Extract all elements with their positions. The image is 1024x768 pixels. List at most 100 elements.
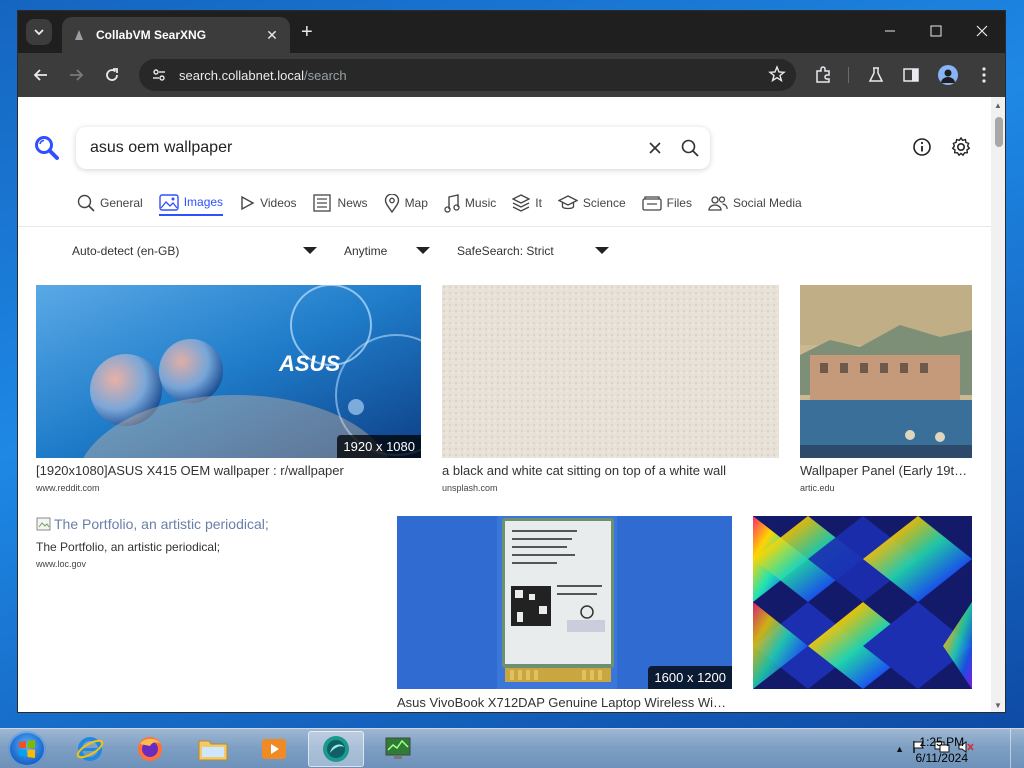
result-title[interactable]: Asus VivoBook X712DAP Genuine Laptop Wir… [397, 695, 732, 710]
result-thumbnail[interactable] [753, 516, 972, 689]
chevron-down-icon[interactable] [416, 247, 430, 254]
result-title[interactable]: Wallpaper Panel (Early 19t… [800, 463, 972, 478]
tab-news[interactable]: News [312, 190, 368, 216]
tab-label: Map [404, 196, 428, 210]
taskbar: ▲ 1:25 PM 6/11/2024 [0, 728, 1024, 768]
file-explorer-taskbar-button[interactable] [185, 731, 241, 767]
time-range-select[interactable]: Anytime [344, 244, 387, 258]
back-button[interactable] [29, 63, 53, 87]
chevron-down-icon[interactable] [595, 247, 609, 254]
result-thumbnail[interactable]: 1600 x 1200 [397, 516, 732, 689]
tab-music[interactable]: Music [444, 190, 496, 216]
labs-button[interactable] [864, 63, 888, 87]
scroll-down-icon[interactable]: ▼ [994, 701, 1002, 710]
tab-general[interactable]: General [77, 190, 143, 216]
browser-menu-button[interactable] [972, 63, 996, 87]
tab-map[interactable]: Map [384, 190, 428, 216]
result-source: www.reddit.com [36, 483, 100, 493]
site-info-icon[interactable] [149, 65, 169, 85]
page-scrollbar[interactable]: ▲ ▼ [991, 97, 1005, 712]
address-bar[interactable]: search.collabnet.local/search [139, 59, 796, 91]
url-path: /search [304, 67, 347, 83]
maximize-button[interactable] [913, 11, 959, 51]
image-result[interactable]: The Portfolio, an artistic periodical; T… [36, 516, 386, 576]
result-thumbnail[interactable] [442, 285, 779, 458]
broken-image-icon [36, 517, 51, 531]
media-player-icon [262, 739, 286, 759]
image-result[interactable]: 1600 x 1200 Asus VivoBook X712DAP Genuin… [397, 516, 732, 712]
search-submit-button[interactable] [670, 139, 710, 157]
firefox-taskbar-button[interactable] [122, 731, 178, 767]
result-thumbnail[interactable] [800, 285, 972, 458]
clear-search-button[interactable] [640, 142, 670, 154]
taskbar-clock[interactable]: 1:25 PM 6/11/2024 [916, 734, 969, 766]
language-select[interactable]: Auto-detect (en-GB) [72, 244, 179, 258]
searxng-page: asus oem wallpaper General Images Videos… [18, 97, 1005, 712]
tab-images[interactable]: Images [158, 190, 224, 216]
divider [18, 226, 991, 227]
bookmark-star-icon[interactable] [768, 65, 786, 88]
minimize-icon [885, 30, 895, 32]
profile-button[interactable] [936, 63, 960, 87]
show-hidden-icons-icon[interactable]: ▲ [895, 744, 904, 754]
tab-label: General [100, 196, 143, 210]
tab-social-media[interactable]: Social Media [708, 190, 802, 216]
play-icon [239, 195, 255, 211]
scrollbar-thumb[interactable] [995, 117, 1003, 147]
start-button[interactable] [8, 731, 46, 767]
image-result[interactable]: a black and white cat sitting on top of … [442, 285, 779, 495]
side-panel-button[interactable] [899, 63, 923, 87]
result-source: artic.edu [800, 483, 835, 493]
internet-explorer-taskbar-button[interactable] [62, 731, 118, 767]
extensions-button[interactable] [811, 63, 835, 87]
maximize-icon [930, 25, 942, 37]
arrow-right-icon [70, 69, 84, 81]
tab-label: News [337, 196, 368, 210]
safesearch-select[interactable]: SafeSearch: Strict [457, 244, 554, 258]
asus-logo-text: ASUS [278, 351, 340, 376]
browser-window: CollabVM SearXNG ✕ + search.collabnet.lo… [17, 10, 1006, 713]
clock-date: 6/11/2024 [915, 751, 969, 765]
image-result[interactable]: Wallpaper Panel (Early 19t… artic.edu [800, 285, 972, 495]
people-icon [708, 195, 728, 211]
tab-label: Science [582, 196, 626, 210]
result-title[interactable]: [1920x1080]ASUS X415 OEM wallpaper : r/w… [36, 463, 421, 478]
searxng-favicon-icon [72, 28, 86, 42]
info-button[interactable] [912, 137, 932, 162]
chevron-down-icon[interactable] [303, 247, 317, 254]
image-icon [159, 193, 179, 211]
tab-videos[interactable]: Videos [239, 190, 297, 216]
result-thumbnail[interactable]: ASUS 1920 x 1080 [36, 285, 421, 458]
searxng-logo-icon[interactable] [34, 135, 60, 166]
minimize-button[interactable] [867, 11, 913, 51]
browser-tab[interactable]: CollabVM SearXNG ✕ [62, 17, 290, 53]
broken-image[interactable]: The Portfolio, an artistic periodical; [36, 516, 269, 532]
forward-button[interactable] [64, 63, 88, 87]
clock-time: 1:25 PM [919, 735, 965, 749]
task-manager-taskbar-button[interactable] [370, 731, 426, 767]
media-player-taskbar-button[interactable] [246, 731, 302, 767]
tab-close-icon[interactable]: ✕ [264, 27, 280, 44]
show-desktop-button[interactable] [1010, 729, 1024, 768]
tab-label: It [535, 196, 542, 210]
result-title[interactable]: a black and white cat sitting on top of … [442, 463, 779, 478]
newspaper-icon [312, 194, 333, 212]
result-title[interactable]: The Portfolio, an artistic periodical; [36, 540, 386, 554]
reload-button[interactable] [100, 63, 124, 87]
avatar [938, 65, 958, 85]
tab-it[interactable]: It [512, 190, 542, 216]
search-input[interactable]: asus oem wallpaper [90, 139, 640, 157]
tab-label: Files [666, 196, 692, 210]
browser-taskbar-button[interactable] [308, 731, 364, 767]
new-tab-button[interactable]: + [301, 22, 313, 42]
scroll-up-icon[interactable]: ▲ [994, 101, 1002, 110]
layers-icon [512, 194, 531, 212]
tab-files[interactable]: Files [641, 190, 692, 216]
image-result[interactable]: ASUS 1920 x 1080 [1920x1080]ASUS X415 OE… [36, 285, 421, 495]
image-result[interactable] [753, 516, 972, 712]
tab-science[interactable]: Science [557, 190, 626, 216]
tab-search-button[interactable] [26, 19, 52, 45]
settings-button[interactable] [950, 136, 972, 163]
close-window-button[interactable] [959, 11, 1005, 51]
more-vertical-icon [982, 67, 986, 83]
